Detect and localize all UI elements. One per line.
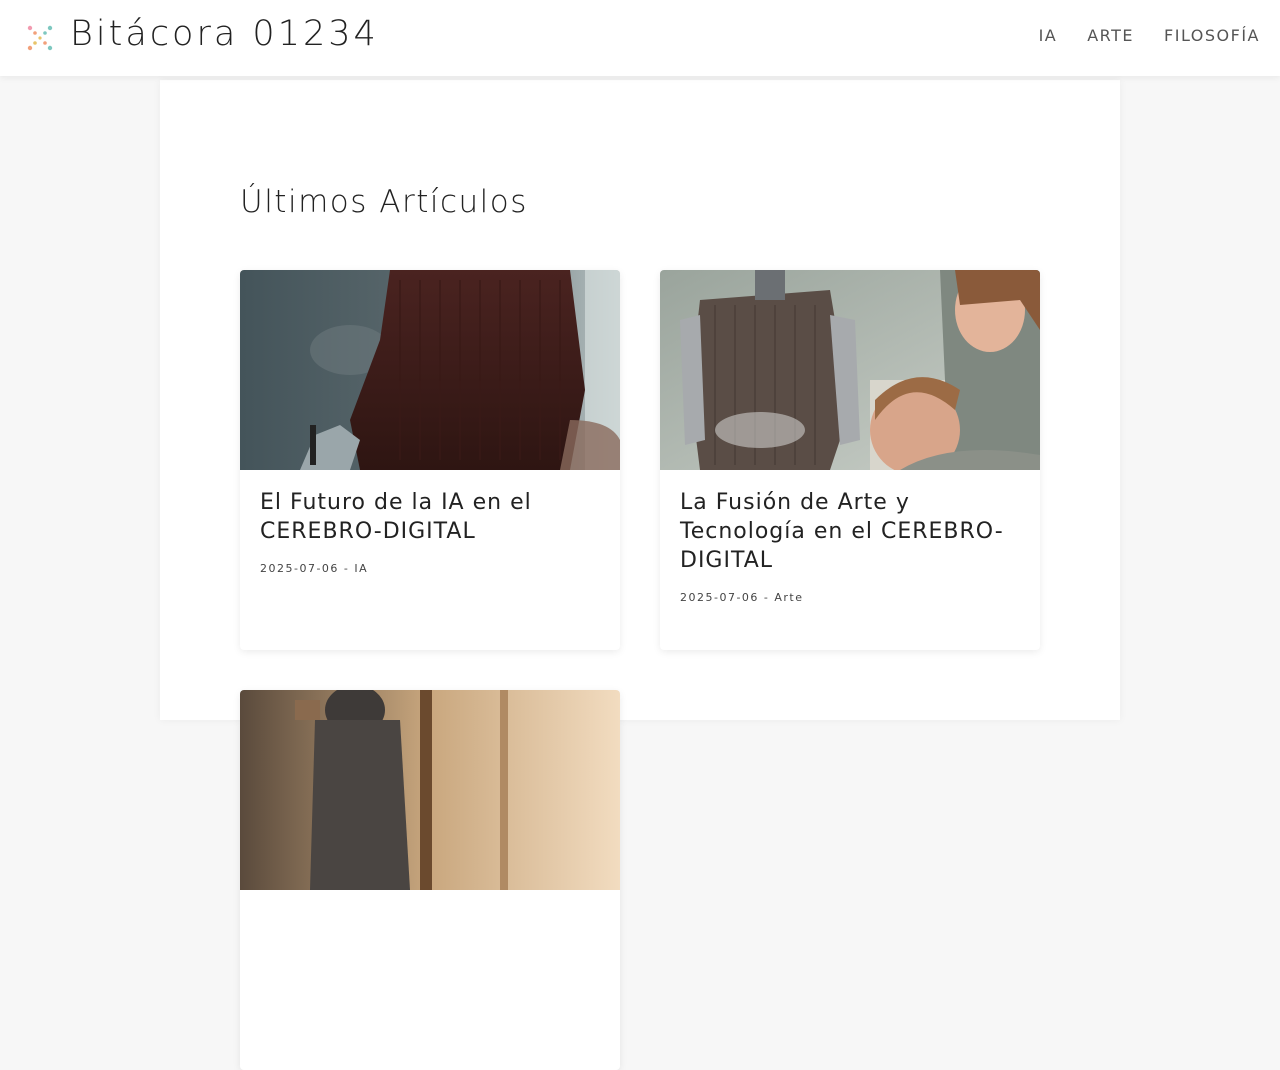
nav-link-filosofia[interactable]: FILOSOFÍA (1164, 26, 1260, 45)
sparkle-dots-icon[interactable] (26, 24, 54, 52)
top-bar: Bitácora 01234 IA ARTE FILOSOFÍA (0, 0, 1280, 76)
article-title[interactable]: El Futuro de la IA en el CEREBRO-DIGITAL (240, 470, 620, 546)
site-title-link[interactable]: Bitácora 01234 (70, 14, 379, 54)
article-title[interactable]: La Fusión de Arte y Tecnología en el CER… (660, 470, 1040, 575)
section-title: Últimos Artículos (240, 184, 528, 220)
article-card[interactable] (240, 690, 620, 1070)
article-meta: 2025-07-06 - IA (260, 562, 369, 575)
nav-link-ia[interactable]: IA (1039, 26, 1058, 45)
main-nav: IA ARTE FILOSOFÍA (1039, 26, 1260, 45)
nav-link-arte[interactable]: ARTE (1087, 26, 1134, 45)
article-image[interactable] (660, 270, 1040, 470)
article-image[interactable] (240, 270, 620, 470)
article-card[interactable]: El Futuro de la IA en el CEREBRO-DIGITAL… (240, 270, 620, 650)
article-image[interactable] (240, 690, 620, 890)
main-content: Últimos Artículos El Futuro de la IA en … (160, 80, 1120, 1070)
article-card[interactable]: La Fusión de Arte y Tecnología en el CER… (660, 270, 1040, 650)
article-meta: 2025-07-06 - Arte (680, 591, 804, 604)
